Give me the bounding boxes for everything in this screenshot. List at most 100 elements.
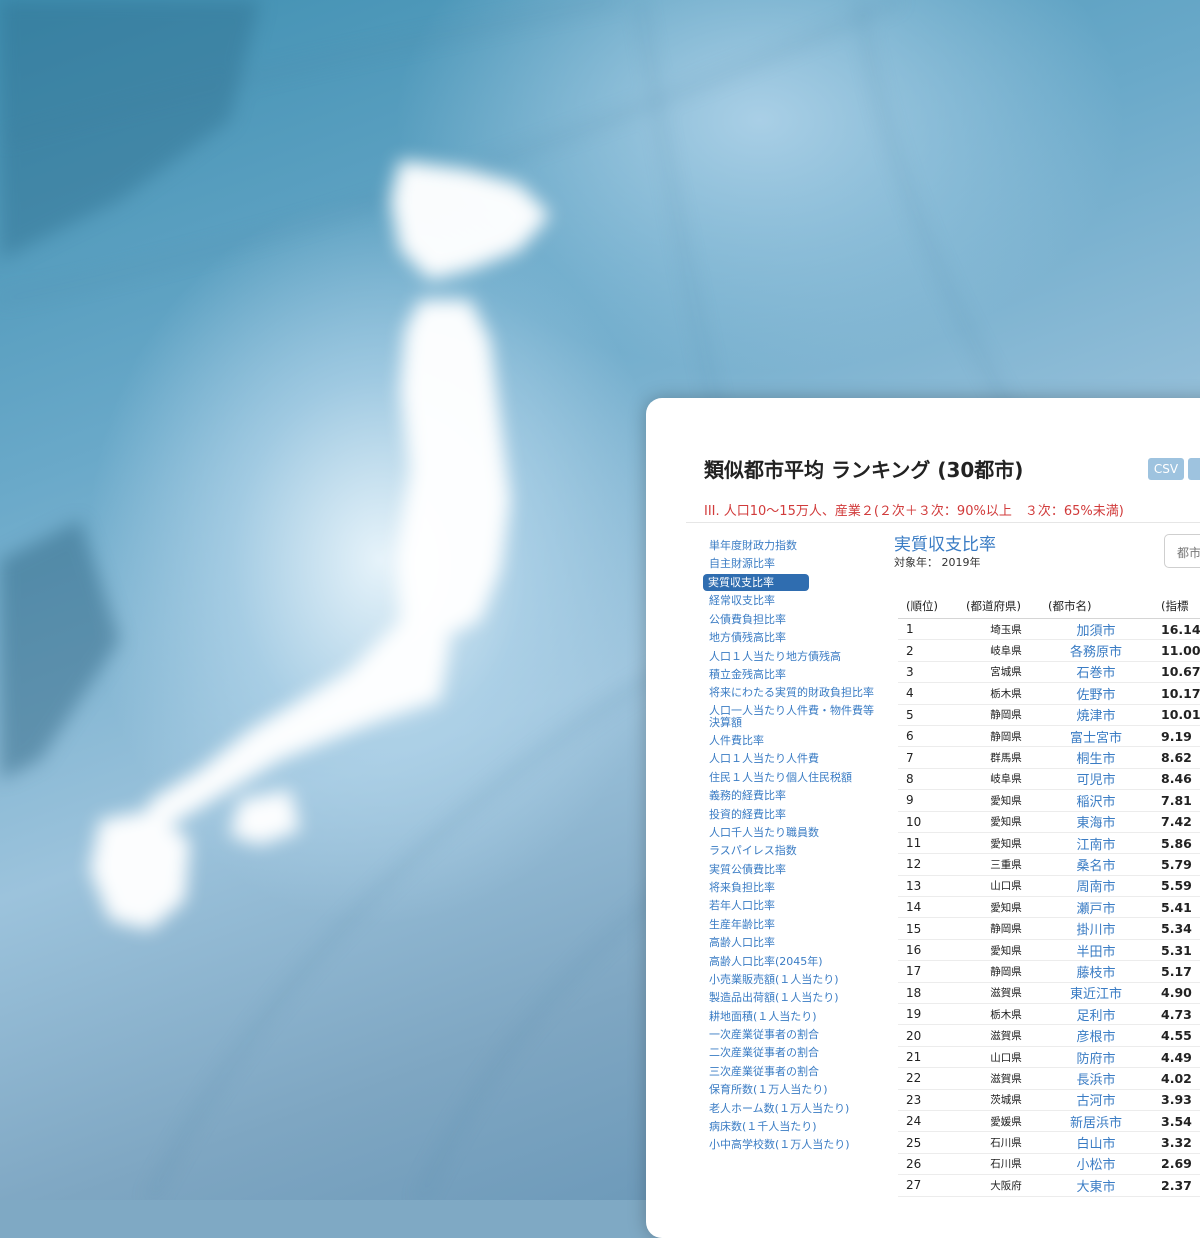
sidebar-metric-link[interactable]: 人口一人当たり人件費・物件費等決算額	[703, 702, 883, 731]
sidebar-metric-link[interactable]: ラスパイレス指数	[703, 842, 883, 860]
city-link[interactable]: 加須市	[1047, 618, 1145, 641]
city-link[interactable]: 掛川市	[1047, 917, 1145, 940]
city-link[interactable]: 瀬戸市	[1047, 896, 1145, 919]
city-link[interactable]: 東近江市	[1047, 982, 1145, 1005]
prefecture-cell: 埼玉県	[965, 618, 1047, 641]
rank-cell: 21	[898, 1046, 965, 1069]
sidebar-metric-link[interactable]: 実質収支比率	[703, 573, 809, 591]
sidebar-metric-link[interactable]: 公債費負担比率	[703, 610, 883, 628]
city-link[interactable]: 新居浜市	[1047, 1110, 1145, 1133]
prefecture-cell: 愛知県	[965, 939, 1047, 962]
city-link[interactable]: 稲沢市	[1047, 789, 1145, 812]
rank-cell: 7	[898, 746, 965, 769]
table-row: 18 滋賀県 東近江市 4.90	[898, 982, 1200, 1005]
prefecture-cell: 石川県	[965, 1153, 1047, 1176]
city-link[interactable]: 小松市	[1047, 1153, 1145, 1176]
table-row: 22 滋賀県 長浜市 4.02	[898, 1067, 1200, 1090]
prefecture-cell: 静岡県	[965, 704, 1047, 726]
rank-cell: 5	[898, 704, 965, 726]
city-link[interactable]: 焼津市	[1047, 704, 1145, 726]
value-header: (指標	[1145, 594, 1200, 619]
city-link[interactable]: 各務原市	[1047, 639, 1145, 662]
city-link[interactable]: 彦根市	[1047, 1024, 1145, 1047]
city-link[interactable]: 佐野市	[1047, 682, 1145, 705]
prefecture-cell: 三重県	[965, 853, 1047, 876]
sidebar-metric-link[interactable]: 小売業販売額(１人当たり)	[703, 970, 883, 988]
city-link[interactable]: 足利市	[1047, 1003, 1145, 1026]
value-cell: 11.00	[1145, 639, 1200, 662]
city-link[interactable]: 古河市	[1047, 1089, 1145, 1111]
sidebar-metric-link[interactable]: 積立金残高比率	[703, 665, 883, 683]
city-link[interactable]: 江南市	[1047, 832, 1145, 855]
sidebar-metric-link[interactable]: 人口千人当たり職員数	[703, 823, 883, 841]
city-link[interactable]: 東海市	[1047, 811, 1145, 833]
prefecture-cell: 愛知県	[965, 832, 1047, 855]
sidebar-metric-link[interactable]: 実質公債費比率	[703, 860, 883, 878]
table-row: 13 山口県 周南市 5.59	[898, 875, 1200, 898]
prefecture-cell: 滋賀県	[965, 1067, 1047, 1090]
sidebar-metric-link[interactable]: 高齢人口比率	[703, 934, 883, 952]
rank-cell: 10	[898, 811, 965, 833]
city-link[interactable]: 藤枝市	[1047, 960, 1145, 983]
sidebar-metric-link[interactable]: 単年度財政力指数	[703, 536, 883, 554]
sidebar-metric-link[interactable]: 二次産業従事者の割合	[703, 1044, 883, 1062]
sidebar-metric-link[interactable]: 人口１人当たり地方債残高	[703, 647, 883, 665]
sidebar-metric-link[interactable]: 投資的経費比率	[703, 805, 883, 823]
table-row: 6 静岡県 富士宮市 9.19	[898, 725, 1200, 748]
city-link[interactable]: 防府市	[1047, 1046, 1145, 1069]
value-cell: 10.17	[1145, 682, 1200, 705]
metric-title: 実質収支比率	[894, 535, 996, 555]
value-cell: 4.02	[1145, 1067, 1200, 1090]
sidebar-metric-link[interactable]: 一次産業従事者の割合	[703, 1025, 883, 1043]
prefecture-cell: 岐阜県	[965, 639, 1047, 662]
sidebar-metric-link[interactable]: 保育所数(１万人当たり)	[703, 1081, 883, 1099]
sidebar-metric-link[interactable]: 自主財源比率	[703, 554, 883, 572]
sidebar-metric-link[interactable]: 人件費比率	[703, 731, 883, 749]
sidebar-metric-link[interactable]: 住民１人当たり個人住民税額	[703, 768, 883, 786]
sidebar-metric-link[interactable]: 地方債残高比率	[703, 629, 883, 647]
rank-cell: 25	[898, 1131, 965, 1154]
category-subtitle: III. 人口10〜15万人、産業２(２次＋３次：90%以上 ３次：65%未満)	[704, 504, 1124, 519]
prefecture-cell: 愛媛県	[965, 1110, 1047, 1133]
secondary-button[interactable]	[1188, 458, 1200, 480]
rank-header: (順位)	[898, 594, 965, 619]
city-link[interactable]: 桑名市	[1047, 853, 1145, 876]
city-link[interactable]: 白山市	[1047, 1131, 1145, 1154]
sidebar-metric-link[interactable]: 高齢人口比率(2045年)	[703, 952, 883, 970]
table-row: 20 滋賀県 彦根市 4.55	[898, 1024, 1200, 1047]
value-cell: 2.37	[1145, 1174, 1200, 1197]
table-row: 3 宮城県 石巻市 10.67	[898, 661, 1200, 684]
prefecture-cell: 山口県	[965, 1046, 1047, 1069]
table-row: 15 静岡県 掛川市 5.34	[898, 917, 1200, 940]
sidebar-metric-link[interactable]: 生産年齢比率	[703, 915, 883, 933]
city-link[interactable]: 桐生市	[1047, 746, 1145, 769]
sidebar-metric-link[interactable]: 将来にわたる実質的財政負担比率	[703, 684, 883, 702]
rank-cell: 11	[898, 832, 965, 855]
city-link[interactable]: 富士宮市	[1047, 725, 1145, 748]
city-link[interactable]: 長浜市	[1047, 1067, 1145, 1090]
city-link[interactable]: 周南市	[1047, 875, 1145, 898]
sidebar-metric-link[interactable]: 小中高学校数(１万人当たり)	[703, 1136, 883, 1154]
sidebar-metric-link[interactable]: 若年人口比率	[703, 897, 883, 915]
sidebar-metric-link[interactable]: 三次産業従事者の割合	[703, 1062, 883, 1080]
sidebar-metric-link[interactable]: 病床数(１千人当たり)	[703, 1117, 883, 1135]
city-search-input[interactable]: 都市	[1164, 534, 1200, 568]
sidebar-metric-link[interactable]: 将来負担比率	[703, 878, 883, 896]
csv-download-button[interactable]: CSV	[1148, 458, 1184, 480]
sidebar-metric-link[interactable]: 製造品出荷額(１人当たり)	[703, 989, 883, 1007]
sidebar-metric-link[interactable]: 耕地面積(１人当たり)	[703, 1007, 883, 1025]
city-link[interactable]: 可児市	[1047, 768, 1145, 791]
prefecture-cell: 静岡県	[965, 917, 1047, 940]
rank-cell: 9	[898, 789, 965, 812]
city-link[interactable]: 石巻市	[1047, 661, 1145, 684]
sidebar-metric-link[interactable]: 老人ホーム数(１万人当たり)	[703, 1099, 883, 1117]
city-link[interactable]: 大東市	[1047, 1174, 1145, 1197]
table-row: 7 群馬県 桐生市 8.62	[898, 746, 1200, 769]
city-link[interactable]: 半田市	[1047, 939, 1145, 962]
sidebar-metric-link[interactable]: 人口１人当たり人件費	[703, 750, 883, 768]
prefecture-cell: 栃木県	[965, 682, 1047, 705]
sidebar-metric-link[interactable]: 経常収支比率	[703, 592, 883, 610]
rank-cell: 1	[898, 618, 965, 641]
sidebar-metric-link[interactable]: 義務的経費比率	[703, 787, 883, 805]
header-divider	[686, 522, 1200, 523]
